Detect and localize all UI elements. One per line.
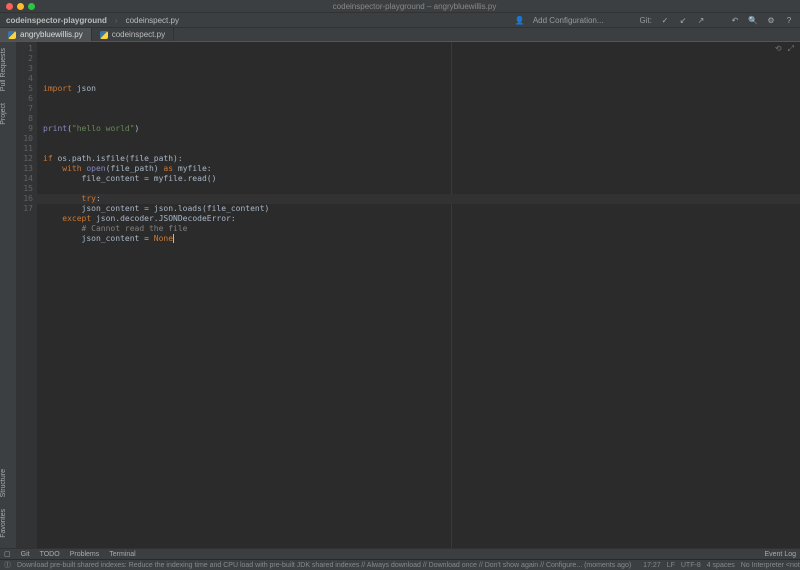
python-file-icon xyxy=(8,31,16,39)
vcs-update-icon[interactable]: ✓ xyxy=(660,15,670,25)
breadcrumb-project[interactable]: codeinspector-playground xyxy=(6,16,107,25)
vcs-commit-icon[interactable]: ↙ xyxy=(678,15,688,25)
line-number: 14 xyxy=(17,174,33,184)
line-number: 16 xyxy=(17,194,33,204)
tool-menu-icon[interactable]: ▢ xyxy=(4,550,11,558)
tool-todo[interactable]: TODO xyxy=(40,551,60,558)
git-label: Git: xyxy=(640,16,652,25)
line-number: 11 xyxy=(17,144,33,154)
reader-mode-icon[interactable]: ⟲ xyxy=(775,44,782,54)
tool-pull-requests[interactable]: Pull Requests xyxy=(0,42,7,97)
line-number: 9 xyxy=(17,124,33,134)
tool-problems[interactable]: Problems xyxy=(70,551,100,558)
file-encoding[interactable]: UTF-8 xyxy=(681,562,701,569)
line-number: 2 xyxy=(17,54,33,64)
expand-icon[interactable]: ⤢ xyxy=(788,44,794,54)
line-number: 6 xyxy=(17,94,33,104)
line-number: 13 xyxy=(17,164,33,174)
line-number: 15 xyxy=(17,184,33,194)
line-number: 17 xyxy=(17,204,33,214)
python-file-icon xyxy=(100,31,108,39)
tool-project[interactable]: Project xyxy=(0,97,7,131)
tool-git[interactable]: Git xyxy=(21,551,30,558)
line-number: 1 xyxy=(17,44,33,54)
window-titlebar: codeinspector-playground – angrybluewill… xyxy=(0,0,800,13)
back-icon[interactable]: ↶ xyxy=(730,15,740,25)
zoom-window-button[interactable] xyxy=(28,3,35,10)
tool-eventlog[interactable]: Event Log xyxy=(764,551,796,558)
editor-area: 1 2 3 4 5 6 7 8 9 10 11 12 13 14 15 16 1… xyxy=(17,42,800,548)
tab-label: codeinspect.py xyxy=(112,30,165,39)
status-message[interactable]: Download pre-built shared indexes: Reduc… xyxy=(17,562,631,569)
editor-tabs: angrybluewillis.py codeinspect.py xyxy=(0,28,800,42)
bottom-tool-stripe: ▢ Git TODO Problems Terminal Event Log xyxy=(0,548,800,559)
line-number: 12 xyxy=(17,154,33,164)
status-bar: ⓵ Download pre-built shared indexes: Red… xyxy=(0,559,800,570)
line-number: 4 xyxy=(17,74,33,84)
breadcrumb-file[interactable]: codeinspect.py xyxy=(126,16,179,25)
gear-icon[interactable]: ⚙ xyxy=(766,15,776,25)
code-editor[interactable]: ⟲ ⤢ import json print("hello world") if … xyxy=(37,42,800,548)
help-icon[interactable]: ? xyxy=(784,15,794,25)
text-cursor xyxy=(173,234,174,243)
status-hint-icon[interactable]: ⓵ xyxy=(4,560,11,570)
search-icon[interactable]: 🔍 xyxy=(748,15,758,25)
line-number: 7 xyxy=(17,104,33,114)
tab-codeinspect[interactable]: codeinspect.py xyxy=(92,28,174,41)
breadcrumb-sep: › xyxy=(115,16,118,25)
run-config-dropdown[interactable]: Add Configuration... xyxy=(533,16,604,25)
window-title: codeinspector-playground – angrybluewill… xyxy=(35,2,794,11)
tab-label: angrybluewillis.py xyxy=(20,30,83,39)
caret-position[interactable]: 17:27 xyxy=(643,562,661,569)
minimize-window-button[interactable] xyxy=(17,3,24,10)
python-interpreter[interactable]: No Interpreter <not set Detson> xyxy=(741,562,800,569)
line-number: 8 xyxy=(17,114,33,124)
tool-terminal[interactable]: Terminal xyxy=(109,551,135,558)
code-content[interactable]: import json print("hello world") if os.p… xyxy=(43,84,794,244)
tool-favorites[interactable]: Favorites xyxy=(0,503,7,544)
line-ending[interactable]: LF xyxy=(667,562,675,569)
line-number: 10 xyxy=(17,134,33,144)
close-window-button[interactable] xyxy=(6,3,13,10)
vcs-push-icon[interactable]: ↗ xyxy=(696,15,706,25)
main-toolbar: codeinspector-playground › codeinspect.p… xyxy=(0,13,800,28)
left-tool-stripe: Pull Requests Project Structure Favorite… xyxy=(0,42,17,548)
tool-structure[interactable]: Structure xyxy=(0,463,7,503)
indent-settings[interactable]: 4 spaces xyxy=(707,562,735,569)
line-gutter: 1 2 3 4 5 6 7 8 9 10 11 12 13 14 15 16 1… xyxy=(17,42,37,548)
tab-angrybluewillis[interactable]: angrybluewillis.py xyxy=(0,28,92,41)
line-number: 5 xyxy=(17,84,33,94)
line-number: 3 xyxy=(17,64,33,74)
traffic-lights xyxy=(6,3,35,10)
user-icon[interactable]: 👤 xyxy=(515,15,525,25)
